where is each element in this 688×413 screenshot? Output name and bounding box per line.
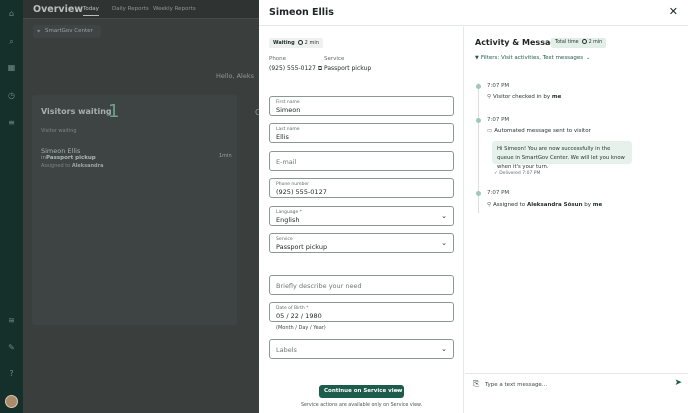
visitors-waiting-count: 1 (108, 101, 120, 122)
event-checked-in: ⚲ Visitor checked in by me (487, 94, 562, 100)
home-icon[interactable]: ⌂ (6, 9, 17, 18)
last-name-field[interactable]: Last name Ellis (269, 123, 454, 143)
drawer-title: Simeon Ellis (269, 7, 334, 18)
tab-weekly-reports[interactable]: Weekly Reports (153, 6, 196, 12)
search-icon[interactable]: ⌕ (6, 37, 17, 46)
phone-number-field[interactable]: Phone number (925) 555-0127 (269, 178, 454, 198)
timeline-dot (476, 84, 481, 89)
language-select[interactable]: Language * English ⌄ (269, 206, 454, 226)
visitor-details-panel: Waiting 2 min Phone (925) 555-0127 ⧉ Serv… (259, 27, 464, 413)
total-time-badge: Total time 2 min (551, 38, 607, 48)
clock-icon (581, 38, 587, 44)
event-time: 7:07 PM (487, 190, 510, 196)
chevron-down-icon: ⌄ (441, 212, 447, 220)
visitors-waiting-card: Visitors waiting 1 Visitor waiting Simeo… (32, 95, 237, 325)
service-select[interactable]: Service Passport pickup ⌄ (269, 233, 454, 253)
timeline-dot (476, 118, 481, 123)
event-time: 7:07 PM (487, 117, 510, 123)
event-automated-message: ▭ Automated message sent to visitor (487, 128, 591, 134)
timeline-dot (476, 191, 481, 196)
person-icon: ⚲ (487, 202, 492, 208)
location-pin-icon: ⌖ (37, 28, 41, 35)
phone-label: Phone (269, 56, 287, 62)
chevron-down-icon: ⌄ (441, 345, 447, 353)
phone-value: (925) 555-0127 ⧉ (269, 65, 323, 72)
reports-icon[interactable]: ≡ (6, 118, 17, 127)
message-icon: ▭ (487, 128, 493, 134)
message-input[interactable] (485, 378, 660, 392)
visitor-assigned: Assigned to Aleksandra (41, 163, 104, 169)
tab-daily-reports[interactable]: Daily Reports (112, 6, 149, 12)
service-value: Passport pickup (324, 65, 372, 72)
calendar-icon[interactable]: ▦ (6, 63, 17, 72)
user-avatar[interactable] (5, 395, 18, 408)
cta-note: Service actions are available only on Se… (300, 403, 423, 408)
person-add-icon: ⚲ (487, 94, 492, 100)
close-icon[interactable]: ✕ (669, 5, 678, 18)
clock-icon (297, 39, 303, 45)
need-description-field[interactable]: Briefly describe your need (269, 275, 454, 295)
location-name: SmartGov Center (45, 28, 93, 34)
history-icon[interactable]: ◷ (6, 91, 17, 100)
filter-icon: ▼ (475, 55, 479, 61)
activity-filters[interactable]: ▼ Filters: Visit activities, Text message… (475, 55, 590, 61)
visitor-drawer: Simeon Ellis ✕ Waiting 2 min Phone (925) … (259, 0, 688, 413)
service-label: Service (324, 56, 345, 62)
message-bubble: Hi Simeon! You are now successfully in t… (492, 141, 632, 170)
wifi-icon[interactable]: ≋ (6, 316, 17, 325)
attach-icon[interactable]: ⎘ (473, 379, 479, 389)
greeting: Hello, Aleks (216, 72, 255, 80)
visitors-waiting-label: Visitors waiting (41, 107, 112, 116)
event-time: 7:07 PM (487, 83, 510, 89)
message-composer: ⎘ ➤ (465, 373, 688, 396)
background-overview: Overview Today Daily Reports Weekly Repo… (23, 0, 259, 413)
visitor-name[interactable]: Simeon Ellis (41, 147, 80, 155)
tools-icon[interactable]: ✎ (6, 343, 17, 352)
dob-hint: (Month / Day / Year) (276, 325, 326, 331)
date-of-birth-field[interactable]: Date of Birth * 05 / 22 / 1980 (269, 302, 454, 322)
visitor-service: inPassport pickup (41, 155, 96, 161)
drawer-header: Simeon Ellis ✕ (259, 0, 688, 26)
event-assigned: ⚲ Assigned to Aleksandra Sõsun by me (487, 202, 603, 208)
tab-today[interactable]: Today (83, 6, 99, 16)
send-icon[interactable]: ➤ (674, 378, 682, 388)
email-field[interactable]: E-mail (269, 151, 454, 171)
chevron-down-icon: ⌄ (441, 239, 447, 247)
location-selector[interactable]: ⌖ SmartGov Center (33, 25, 101, 38)
labels-select[interactable]: Labels ⌄ (269, 339, 454, 359)
delivered-status: ✓ Delivered 7:07 PM (494, 171, 541, 176)
chevron-down-icon: ⌄ (586, 55, 591, 61)
first-name-field[interactable]: First name Simeon (269, 96, 454, 116)
visitor-wait-time: 1min (219, 153, 232, 159)
status-badge: Waiting 2 min (269, 38, 323, 48)
arrow-right-icon: → (394, 388, 399, 394)
check-icon: ✓ (494, 171, 498, 176)
visitor-column-label: Visitor waiting (41, 128, 77, 134)
copy-icon[interactable]: ⧉ (318, 65, 322, 72)
activity-panel: Activity & Messages Total time 2 min ▼ Fil… (465, 27, 688, 413)
nav-rail: ⌂ ⌕ ▦ ◷ ≡ ≋ ✎ ? (0, 0, 23, 413)
continue-service-view-button[interactable]: Continue on Service view → (319, 385, 404, 398)
help-icon[interactable]: ? (6, 369, 17, 378)
overview-title: Overview (33, 4, 84, 15)
